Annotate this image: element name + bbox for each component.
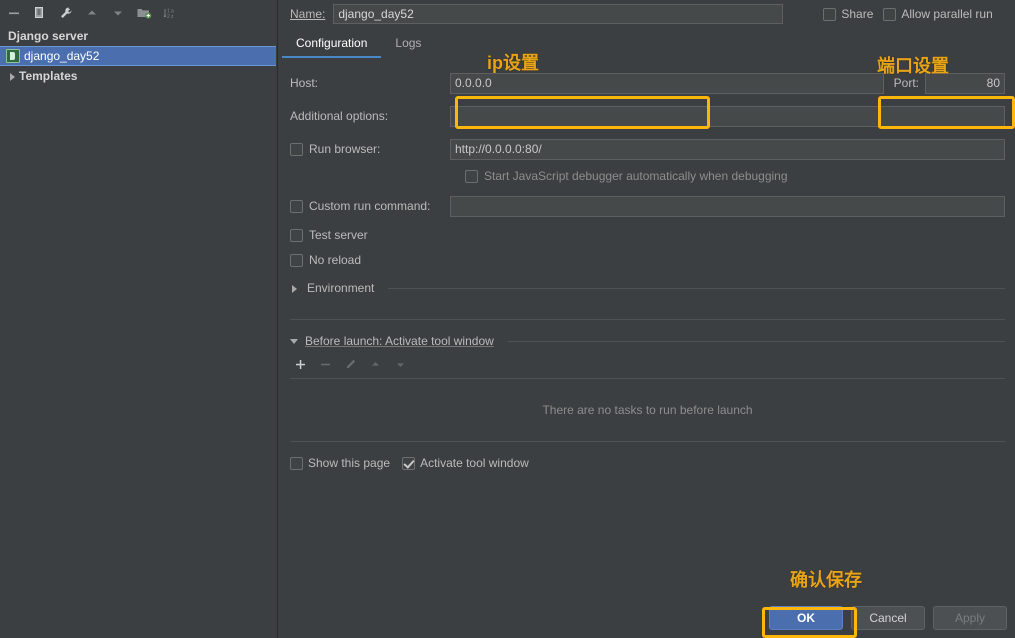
django-icon xyxy=(6,49,20,63)
tree-group-label: Django server xyxy=(8,29,89,43)
before-launch-title: Before launch: Activate tool window xyxy=(305,334,494,348)
no-reload-checkbox-wrap[interactable]: No reload xyxy=(290,253,1005,267)
share-checkbox-wrap[interactable]: Share xyxy=(823,7,873,21)
test-server-checkbox-wrap[interactable]: Test server xyxy=(290,228,1005,242)
tree-group-label-templates: Templates xyxy=(19,69,78,83)
cancel-button[interactable]: Cancel xyxy=(851,606,925,630)
configurations-tree[interactable]: Django server django_day52 Templates xyxy=(0,26,277,638)
pencil-icon xyxy=(342,356,358,372)
folder-add-icon[interactable] xyxy=(132,1,156,25)
svg-text:2: 2 xyxy=(167,14,170,20)
no-reload-checkbox[interactable] xyxy=(290,253,303,267)
remove-task-button xyxy=(317,356,333,372)
configurations-sidebar: 1 2 a z Django server django_day52 Templ… xyxy=(0,0,278,638)
run-browser-checkbox[interactable] xyxy=(290,142,303,156)
allow-parallel-run-checkbox[interactable] xyxy=(883,7,897,21)
configuration-editor: Name: Share Allow parallel run Configura… xyxy=(278,0,1015,638)
task-move-up-button xyxy=(367,356,383,372)
dialog-button-bar: OK Cancel Apply xyxy=(769,606,1007,630)
run-debug-configurations-dialog: 1 2 a z Django server django_day52 Templ… xyxy=(0,0,1015,638)
custom-run-command-row: Custom run command: xyxy=(290,195,1005,217)
activate-tool-window-label: Activate tool window xyxy=(420,456,529,470)
chevron-right-icon[interactable] xyxy=(290,284,299,293)
allow-parallel-run-label: Allow parallel run xyxy=(901,7,993,21)
remove-config-button[interactable] xyxy=(2,1,26,25)
show-this-page-label: Show this page xyxy=(308,456,391,470)
js-debugger-checkbox-wrap[interactable]: Start JavaScript debugger automatically … xyxy=(465,169,1005,183)
tree-item-django-day52[interactable]: django_day52 xyxy=(0,46,276,66)
task-move-down-button xyxy=(392,356,408,372)
ok-button[interactable]: OK xyxy=(769,606,843,630)
divider xyxy=(507,340,1005,342)
apply-button-label: Apply xyxy=(954,611,986,625)
additional-options-row: Additional options: xyxy=(290,105,1005,127)
share-checkbox[interactable] xyxy=(823,7,837,21)
test-server-checkbox[interactable] xyxy=(290,228,303,242)
tab-logs-label: Logs xyxy=(395,36,422,50)
port-label: Port: xyxy=(893,76,919,90)
name-row-options: Share Allow parallel run xyxy=(823,7,993,21)
before-launch-toolbar xyxy=(278,348,1015,378)
divider xyxy=(290,319,1005,320)
run-browser-checkbox-wrap[interactable]: Run browser: xyxy=(290,142,450,156)
copy-config-button[interactable] xyxy=(28,1,52,25)
divider xyxy=(388,287,1005,289)
name-row: Name: Share Allow parallel run xyxy=(278,0,1015,28)
show-this-page-checkbox[interactable] xyxy=(290,456,303,470)
custom-run-command-label: Custom run command: xyxy=(309,199,431,213)
chevron-right-icon[interactable] xyxy=(8,72,17,81)
chevron-down-icon[interactable] xyxy=(290,337,299,346)
add-task-button[interactable] xyxy=(292,356,308,372)
sort-alpha-icon[interactable]: 1 2 a z xyxy=(158,1,182,25)
editor-tabs: Configuration Logs xyxy=(278,30,1015,58)
run-browser-url-input[interactable] xyxy=(450,138,1005,160)
apply-button: Apply xyxy=(933,606,1007,630)
custom-run-command-input[interactable] xyxy=(450,195,1005,217)
before-launch-empty-text: There are no tasks to run before launch xyxy=(542,403,753,417)
before-launch-header[interactable]: Before launch: Activate tool window xyxy=(278,334,1015,348)
tree-item-label: django_day52 xyxy=(24,49,100,63)
additional-options-input[interactable] xyxy=(450,105,1005,127)
activate-tool-window-checkbox[interactable] xyxy=(402,456,416,470)
allow-parallel-run-checkbox-wrap[interactable]: Allow parallel run xyxy=(883,7,993,21)
custom-run-command-checkbox[interactable] xyxy=(290,199,303,213)
run-browser-row: Run browser: xyxy=(290,138,1005,160)
environment-section-header[interactable]: Environment xyxy=(290,281,1005,295)
svg-text:z: z xyxy=(171,14,174,20)
sidebar-toolbar: 1 2 a z xyxy=(0,0,277,26)
ok-button-label: OK xyxy=(797,611,815,625)
arrow-up-icon[interactable] xyxy=(80,1,104,25)
tree-group-django-server[interactable]: Django server xyxy=(0,26,277,46)
tab-configuration[interactable]: Configuration xyxy=(282,32,382,58)
activate-tool-window-checkbox-wrap[interactable]: Activate tool window xyxy=(402,456,529,470)
arrow-down-icon[interactable] xyxy=(106,1,130,25)
name-input[interactable] xyxy=(333,4,784,24)
js-debugger-label: Start JavaScript debugger automatically … xyxy=(484,169,788,183)
run-browser-label: Run browser: xyxy=(309,142,381,156)
before-launch-task-list[interactable]: There are no tasks to run before launch xyxy=(290,378,1005,442)
port-input[interactable] xyxy=(925,72,1005,94)
tab-configuration-label: Configuration xyxy=(296,36,368,50)
tree-group-templates[interactable]: Templates xyxy=(0,66,277,86)
dialog-options-row: Show this page Activate tool window xyxy=(278,442,1015,470)
js-debugger-checkbox[interactable] xyxy=(465,169,478,183)
host-label: Host: xyxy=(290,76,319,90)
tab-logs[interactable]: Logs xyxy=(381,32,435,58)
cancel-button-label: Cancel xyxy=(869,611,907,625)
no-reload-label: No reload xyxy=(309,253,362,267)
configuration-form: Host: Port: Additional options: Run brow… xyxy=(278,58,1015,295)
share-label: Share xyxy=(841,7,874,21)
host-port-row: Host: Port: xyxy=(290,72,1005,94)
host-input[interactable] xyxy=(450,72,884,94)
test-server-label: Test server xyxy=(309,228,368,242)
environment-label: Environment xyxy=(307,281,375,295)
show-this-page-checkbox-wrap[interactable]: Show this page xyxy=(290,456,390,470)
additional-options-label: Additional options: xyxy=(290,109,389,123)
custom-run-command-checkbox-wrap[interactable]: Custom run command: xyxy=(290,199,450,213)
wrench-icon[interactable] xyxy=(54,1,78,25)
name-label: Name: xyxy=(290,7,326,21)
